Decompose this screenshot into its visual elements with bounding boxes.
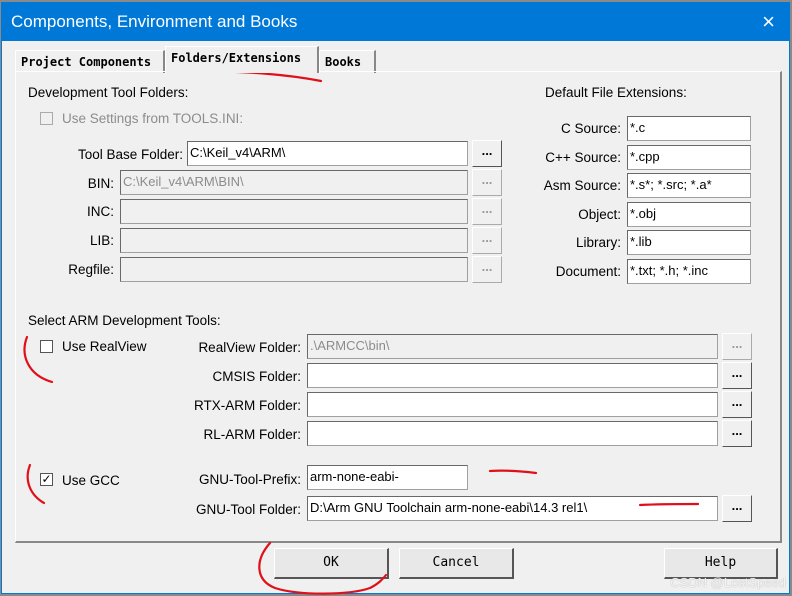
use-gcc-label: Use GCC bbox=[62, 473, 120, 488]
tab-books[interactable]: Books bbox=[319, 50, 376, 73]
use-tools-ini-checkbox[interactable] bbox=[40, 112, 53, 125]
c-source-input[interactable]: *.c bbox=[627, 116, 751, 141]
cmsis-folder-label: CMSIS Folder: bbox=[212, 369, 301, 384]
tool-base-folder-browse-button[interactable]: ... bbox=[472, 140, 502, 167]
rl-arm-folder-browse-button[interactable]: ... bbox=[722, 420, 752, 447]
asm-source-input[interactable]: *.s*; *.src; *.a* bbox=[627, 173, 751, 198]
use-realview-checkbox[interactable] bbox=[40, 340, 53, 353]
regfile-browse-button[interactable]: ... bbox=[472, 256, 502, 283]
inc-label: INC: bbox=[87, 204, 114, 219]
object-input[interactable]: *.obj bbox=[627, 202, 751, 227]
tab-project-components[interactable]: Project Components bbox=[15, 50, 165, 73]
rtx-arm-folder-input[interactable] bbox=[307, 392, 718, 417]
rtx-arm-folder-label: RTX-ARM Folder: bbox=[193, 398, 301, 413]
ok-button[interactable]: OK bbox=[274, 548, 389, 579]
gnu-tool-folder-browse-button[interactable]: ... bbox=[722, 495, 752, 522]
lib-browse-button[interactable]: ... bbox=[472, 227, 502, 254]
gnu-tool-folder-label: GNU-Tool Folder: bbox=[195, 502, 301, 517]
watermark: CSDN @LostSpeed bbox=[670, 575, 786, 590]
c-source-label: C Source: bbox=[560, 121, 621, 136]
cpp-source-input[interactable]: *.cpp bbox=[627, 145, 751, 170]
realview-folder-input[interactable]: .\ARMCC\bin\ bbox=[307, 334, 718, 359]
realview-folder-browse-button[interactable]: ... bbox=[722, 333, 752, 360]
gnu-tool-folder-input[interactable]: D:\Arm GNU Toolchain arm-none-eabi\14.3 … bbox=[307, 496, 718, 521]
object-label: Object: bbox=[578, 207, 621, 222]
lib-label: LIB: bbox=[89, 233, 114, 248]
realview-folder-label: RealView Folder: bbox=[198, 340, 301, 355]
extensions-heading: Default File Extensions: bbox=[545, 85, 687, 100]
cmsis-folder-browse-button[interactable]: ... bbox=[722, 362, 752, 389]
use-tools-ini-label: Use Settings from TOOLS.INI: bbox=[62, 111, 244, 126]
inc-input[interactable] bbox=[120, 199, 468, 224]
document-input[interactable]: *.txt; *.h; *.inc bbox=[627, 259, 751, 284]
bin-label: BIN: bbox=[87, 176, 114, 191]
dev-folders-heading: Development Tool Folders: bbox=[28, 85, 189, 100]
asm-source-label: Asm Source: bbox=[543, 178, 621, 193]
cpp-source-label: C++ Source: bbox=[545, 150, 621, 165]
gnu-tool-prefix-label: GNU-Tool-Prefix: bbox=[198, 472, 301, 487]
cmsis-folder-input[interactable] bbox=[307, 363, 718, 388]
bin-input[interactable]: C:\Keil_v4\ARM\BIN\ bbox=[120, 170, 468, 195]
arm-tools-heading: Select ARM Development Tools: bbox=[28, 313, 221, 328]
tab-folders-extensions[interactable]: Folders/Extensions bbox=[165, 46, 319, 73]
regfile-label: Regfile: bbox=[68, 262, 114, 277]
rtx-arm-folder-browse-button[interactable]: ... bbox=[722, 391, 752, 418]
close-icon[interactable]: × bbox=[762, 9, 775, 35]
inc-browse-button[interactable]: ... bbox=[472, 198, 502, 225]
bin-browse-button[interactable]: ... bbox=[472, 169, 502, 196]
title-bar: Components, Environment and Books × bbox=[2, 3, 789, 41]
tool-base-folder-label: Tool Base Folder: bbox=[77, 147, 183, 162]
rl-arm-folder-label: RL-ARM Folder: bbox=[203, 427, 301, 442]
library-label: Library: bbox=[575, 235, 621, 250]
lib-input[interactable] bbox=[120, 228, 468, 253]
rl-arm-folder-input[interactable] bbox=[307, 421, 718, 446]
use-realview-label: Use RealView bbox=[62, 339, 147, 354]
gnu-tool-prefix-input[interactable]: arm-none-eabi- bbox=[307, 465, 468, 490]
document-label: Document: bbox=[555, 264, 621, 279]
library-input[interactable]: *.lib bbox=[627, 230, 751, 255]
use-gcc-checkbox[interactable]: ✓ bbox=[40, 473, 53, 486]
cancel-button[interactable]: Cancel bbox=[399, 548, 514, 579]
regfile-input[interactable] bbox=[120, 257, 468, 282]
window-title: Components, Environment and Books bbox=[11, 12, 298, 31]
tool-base-folder-input[interactable]: C:\Keil_v4\ARM\ bbox=[187, 141, 468, 166]
